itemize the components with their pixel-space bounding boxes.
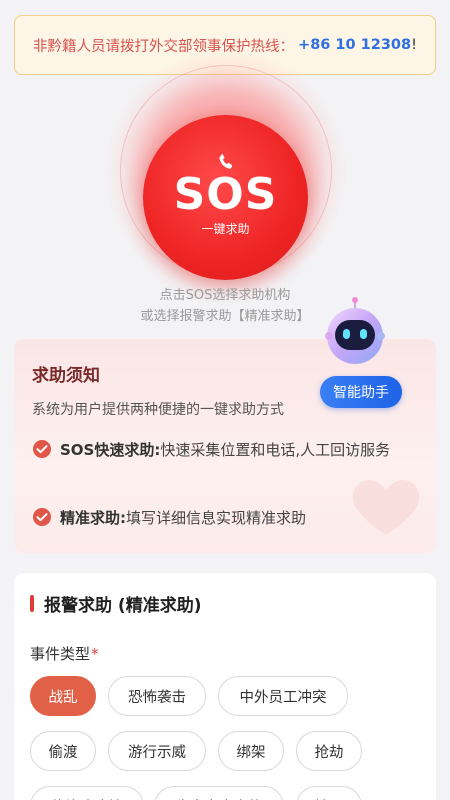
event-type-chip[interactable]: 游行示威 <box>108 731 206 771</box>
guide-description: 系统为用户提供两种便捷的一键求助方式 <box>32 402 284 418</box>
title-accent-bar <box>30 595 34 612</box>
check-circle-icon <box>33 508 51 526</box>
robot-icon[interactable] <box>323 296 387 368</box>
guide-item-text: 快速采集位置和电话,人工回访服务 <box>160 441 391 459</box>
notice-text: 非黔籍人员请拨打外交部领事保护热线： <box>33 38 295 55</box>
event-type-chip[interactable]: 战乱 <box>30 676 96 716</box>
guide-item-title: 精准求助: <box>60 509 126 527</box>
event-type-chip[interactable]: 地震 <box>296 786 362 800</box>
event-type-chip[interactable]: 绑架 <box>218 731 284 771</box>
form-title: 报警求助 (精准求助) <box>30 591 201 616</box>
event-type-label-text: 事件类型 <box>30 645 91 663</box>
event-type-chip[interactable]: 偷渡 <box>30 731 96 771</box>
event-type-chip[interactable]: 生产安全事故 <box>154 786 284 800</box>
required-mark: * <box>91 645 99 663</box>
sos-area: SOS 一键求助 <box>105 50 347 292</box>
alarm-form-card: 报警求助 (精准求助) 事件类型* 战乱 恐怖袭击 中外员工冲突 偷渡 游行示威… <box>14 573 436 800</box>
event-type-chip[interactable]: 传染病疫情 <box>30 786 144 800</box>
sos-sublabel: 一键求助 <box>201 222 250 237</box>
help-guide-card: 求助须知 系统为用户提供两种便捷的一键求助方式 SOS快速求助:快速采集位置和电… <box>14 339 436 553</box>
form-title-text: 报警求助 (精准求助) <box>44 596 202 616</box>
event-type-chip[interactable]: 中外员工冲突 <box>218 676 348 716</box>
guide-item-text: 填写详细信息实现精准求助 <box>126 509 307 527</box>
sos-label: SOS <box>173 168 278 220</box>
notice-suffix: ! <box>411 37 417 53</box>
check-circle-icon <box>33 440 51 458</box>
event-type-chip[interactable]: 抢劫 <box>296 731 362 771</box>
smart-assistant-button[interactable]: 智能助手 <box>320 376 402 408</box>
heart-icon <box>352 480 420 535</box>
event-type-label: 事件类型* <box>30 643 99 664</box>
guide-item-title: SOS快速求助: <box>60 441 161 459</box>
hotline-phone-link[interactable]: +86 10 12308 <box>298 37 411 53</box>
event-type-chip[interactable]: 恐怖袭击 <box>108 676 206 716</box>
guide-item: SOS快速求助:快速采集位置和电话,人工回访服务 <box>32 436 412 464</box>
guide-title: 求助须知 <box>32 366 100 386</box>
guide-item: 精准求助:填写详细信息实现精准求助 <box>32 504 306 532</box>
sos-button[interactable]: SOS 一键求助 <box>143 115 308 280</box>
